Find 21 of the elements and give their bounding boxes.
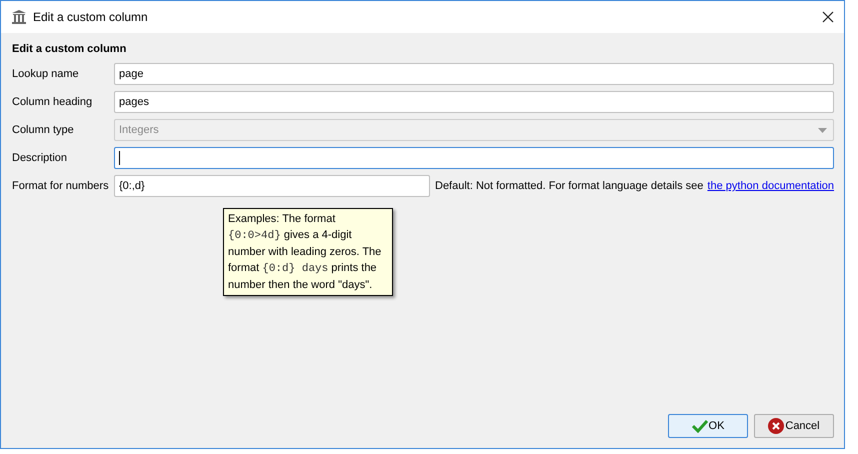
- ok-button[interactable]: OK: [668, 414, 748, 438]
- cancel-button[interactable]: Cancel: [754, 414, 834, 438]
- input-field[interactable]: pages: [114, 91, 834, 113]
- dialog-heading: Edit a custom column: [12, 43, 128, 55]
- window-title: Edit a custom column: [33, 10, 149, 24]
- close-icon[interactable]: [822, 11, 834, 23]
- field-label: Lookup name: [12, 68, 80, 80]
- field-label: Description: [12, 152, 68, 164]
- input-field[interactable]: {0:,d}: [114, 175, 430, 197]
- field-label: Column heading: [12, 96, 94, 108]
- field-label: Column type: [12, 124, 75, 136]
- input-field[interactable]: page: [114, 63, 834, 85]
- checkmark-icon: [692, 419, 708, 433]
- input-field[interactable]: [114, 147, 834, 169]
- documentation-link[interactable]: the python documentation: [707, 180, 834, 192]
- field-label: Format for numbers: [12, 180, 110, 192]
- format-hint: Default: Not formatted. For format language details see: [435, 180, 704, 192]
- columns-icon: [11, 9, 27, 25]
- cancel-icon: [768, 418, 784, 434]
- dropdown-arrow-icon: [818, 128, 827, 132]
- tooltip: Examples: The format {0:0>4d} gives a 4-digit number with leading zeros. The format {0:d} days prints the number then the word "days".: [223, 208, 393, 296]
